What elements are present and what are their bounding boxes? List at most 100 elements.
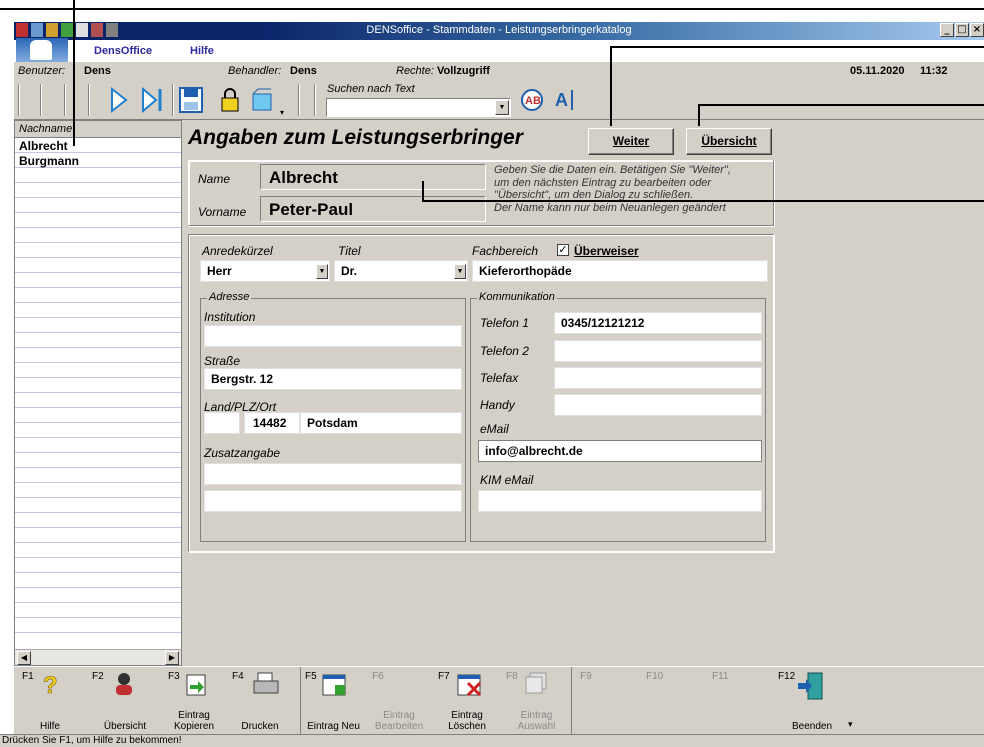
callout-line xyxy=(698,104,984,106)
help-text: Geben Sie die Daten ein. Betätigen Sie "… xyxy=(494,164,731,214)
toolbar: ▾ Suchen nach Text ▼ AB A xyxy=(14,80,984,120)
last-record-icon[interactable] xyxy=(140,86,166,114)
f9-button[interactable]: F9 xyxy=(576,667,636,735)
phone2-label: Telefon 2 xyxy=(480,344,529,358)
next-record-icon[interactable] xyxy=(108,86,130,114)
save-icon[interactable] xyxy=(178,86,204,114)
referrer-label[interactable]: Überweiser xyxy=(574,244,639,258)
list-empty-row xyxy=(15,303,181,318)
minimize-button[interactable]: _ xyxy=(940,23,954,37)
lock-icon[interactable] xyxy=(220,86,240,114)
f5-new-entry-button[interactable]: F5 Eintrag Neu xyxy=(300,667,366,735)
list-item[interactable]: Albrecht xyxy=(15,138,181,153)
extra-field-2[interactable] xyxy=(204,490,462,512)
dropdown-arrow-icon[interactable]: ▾ xyxy=(280,108,284,117)
list-empty-row xyxy=(15,603,181,618)
search-input[interactable]: ▼ xyxy=(326,98,511,117)
f11-button[interactable]: F11 xyxy=(708,667,768,735)
list-empty-row xyxy=(15,198,181,213)
mobile-field[interactable] xyxy=(554,394,762,416)
f10-button[interactable]: F10 xyxy=(642,667,702,735)
title-dropdown-arrow-icon[interactable]: ▼ xyxy=(454,264,466,279)
f8-select-entry-button[interactable]: F8 Eintrag Auswahl xyxy=(502,667,572,735)
street-label: Straße xyxy=(204,354,241,368)
user-value: Dens xyxy=(84,65,111,77)
email-field[interactable]: info@albrecht.de xyxy=(478,440,762,462)
search-dropdown-arrow-icon[interactable]: ▼ xyxy=(495,100,509,115)
menu-densoffice[interactable]: DensOffice xyxy=(94,45,152,57)
list-item[interactable]: Burgmann xyxy=(15,153,181,168)
callout-line xyxy=(0,8,984,10)
list-empty-row xyxy=(15,183,181,198)
function-key-bar: F1 ? Hilfe F2 Übersicht F3 Eintrag Kopie… xyxy=(14,666,984,735)
country-field[interactable] xyxy=(204,412,240,434)
f12-exit-button[interactable]: F12 Beenden xyxy=(774,667,850,735)
menu-hilfe[interactable]: Hilfe xyxy=(190,45,214,57)
list-empty-row xyxy=(15,408,181,423)
scroll-right-icon[interactable]: ▶ xyxy=(165,651,179,665)
kim-email-field[interactable] xyxy=(478,490,762,512)
search-text-icon[interactable]: AB xyxy=(520,86,546,114)
clipboard-icon[interactable] xyxy=(250,86,276,114)
treater-label: Behandler: xyxy=(228,65,282,77)
title-bar[interactable]: DENSoffice - Stammdaten - Leistungserbri… xyxy=(14,22,984,40)
close-button[interactable]: × xyxy=(970,23,984,37)
time-value: 11:32 xyxy=(920,65,948,77)
list-empty-row xyxy=(15,348,181,363)
list-empty-row xyxy=(15,243,181,258)
svg-text:AB: AB xyxy=(525,95,541,107)
f2-overview-button[interactable]: F2 Übersicht xyxy=(88,667,162,735)
list-empty-row xyxy=(15,543,181,558)
salutation-select[interactable]: Herr ▼ xyxy=(200,260,330,282)
list-empty-row xyxy=(15,528,181,543)
help-icon: ? xyxy=(43,672,58,697)
new-entry-icon xyxy=(322,674,346,696)
f6-edit-entry-button[interactable]: F6 Eintrag Bearbeiten xyxy=(368,667,430,735)
extra-field-1[interactable] xyxy=(204,463,462,485)
f1-help-button[interactable]: F1 ? Hilfe xyxy=(18,667,82,735)
maximize-button[interactable]: □ xyxy=(955,23,969,37)
list-empty-row xyxy=(15,618,181,633)
list-empty-row xyxy=(15,558,181,573)
phone2-field[interactable] xyxy=(554,340,762,362)
street-field[interactable]: Bergstr. 12 xyxy=(204,368,462,390)
sort-alpha-icon[interactable]: A xyxy=(554,86,578,114)
name-list: Nachname Albrecht Burgmann ◀ ▶ xyxy=(14,120,182,666)
communication-legend: Kommunikation xyxy=(477,291,557,303)
extra-label: Zusatzangabe xyxy=(204,446,281,460)
horizontal-scrollbar[interactable]: ◀ ▶ xyxy=(15,649,181,665)
salutation-dropdown-arrow-icon[interactable]: ▼ xyxy=(316,264,328,279)
list-empty-row xyxy=(15,258,181,273)
phone1-field[interactable]: 0345/12121212 xyxy=(554,312,762,334)
fkey-dropdown-icon[interactable]: ▾ xyxy=(848,719,853,730)
list-header-nachname[interactable]: Nachname xyxy=(15,121,181,138)
list-empty-row xyxy=(15,213,181,228)
date-value: 05.11.2020 xyxy=(850,65,905,77)
f4-print-button[interactable]: F4 Drucken xyxy=(228,667,292,735)
title-select[interactable]: Dr. ▼ xyxy=(334,260,468,282)
specialty-field[interactable]: Kieferorthopäde xyxy=(472,260,768,282)
next-button[interactable]: Weiter xyxy=(588,128,674,155)
f3-copy-entry-button[interactable]: F3 Eintrag Kopieren xyxy=(164,667,224,735)
f7-delete-entry-button[interactable]: F7 Eintrag Löschen xyxy=(434,667,500,735)
copy-entry-icon xyxy=(186,674,206,696)
list-empty-row xyxy=(15,228,181,243)
list-empty-row xyxy=(15,498,181,513)
list-empty-row xyxy=(15,273,181,288)
institution-label: Institution xyxy=(204,310,256,324)
callout-line xyxy=(422,181,424,201)
list-empty-row xyxy=(15,438,181,453)
mobile-label: Handy xyxy=(480,398,515,412)
zip-field[interactable]: 14482 xyxy=(244,412,300,434)
list-empty-row xyxy=(15,318,181,333)
city-field[interactable]: Potsdam xyxy=(300,412,462,434)
scroll-left-icon[interactable]: ◀ xyxy=(17,651,31,665)
printer-icon xyxy=(253,672,279,694)
phone1-label: Telefon 1 xyxy=(480,316,529,330)
fax-field[interactable] xyxy=(554,367,762,389)
institution-field[interactable] xyxy=(204,325,462,347)
rights-label: Rechte: xyxy=(396,65,434,77)
search-label: Suchen nach Text xyxy=(327,83,415,95)
overview-button[interactable]: Übersicht xyxy=(686,128,772,155)
referrer-checkbox[interactable]: ✓ xyxy=(557,244,569,256)
